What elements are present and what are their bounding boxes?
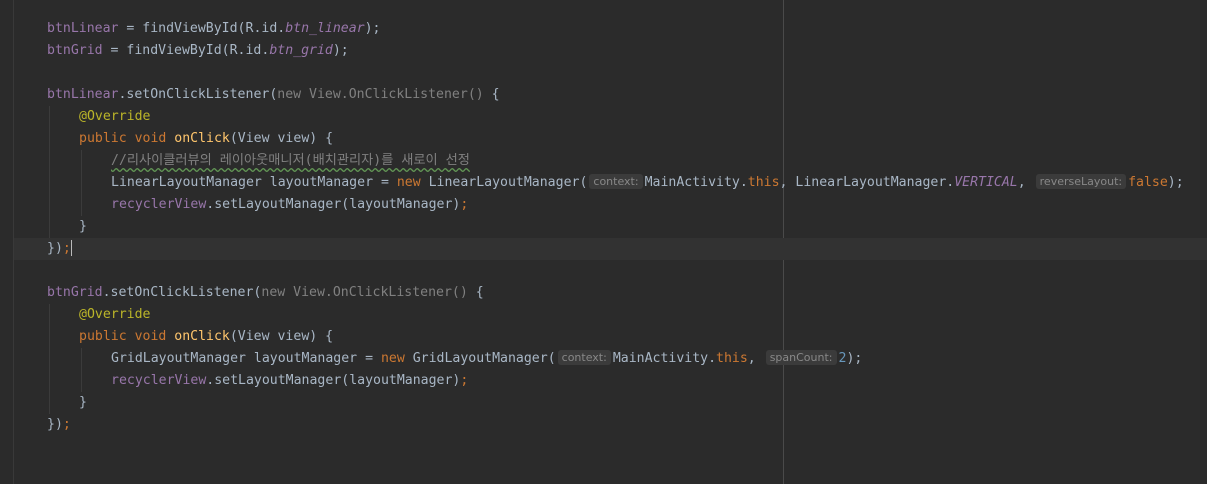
indent-guide xyxy=(49,106,50,238)
parameter-hint: context: xyxy=(589,174,643,189)
code-token: new View.OnClickListener() xyxy=(277,87,484,102)
code-token: .setOnClickListener( xyxy=(102,285,262,300)
parameter-hint: context: xyxy=(557,350,611,365)
text-caret xyxy=(70,240,72,256)
code-token: ); xyxy=(1167,175,1184,190)
code-token: ); xyxy=(364,21,381,36)
indent-guide xyxy=(81,348,82,392)
code-line[interactable]: GridLayoutManager layoutManager = new Gr… xyxy=(111,348,862,370)
code-line[interactable]: btnLinear = findViewById(R.id.btn_linear… xyxy=(47,18,381,40)
code-line[interactable]: }); xyxy=(47,238,72,260)
code-token: }) xyxy=(47,241,63,256)
code-token: (View view) { xyxy=(229,131,334,146)
code-token: LinearLayoutManager layoutManager = xyxy=(111,175,397,190)
code-line[interactable]: public void onClick(View view) { xyxy=(79,128,333,150)
current-line-highlight xyxy=(14,238,1207,260)
code-line[interactable]: public void onClick(View view) { xyxy=(79,326,333,348)
code-token: recyclerView xyxy=(111,197,207,212)
code-token: GridLayoutManager( xyxy=(412,351,556,366)
code-token: ); xyxy=(846,351,863,366)
code-line[interactable]: btnLinear.setOnClickListener(new View.On… xyxy=(47,84,500,106)
code-token: , xyxy=(747,351,764,366)
code-token: onClick xyxy=(174,131,230,146)
code-line[interactable]: @Override xyxy=(79,304,150,326)
code-token: btn_grid xyxy=(269,43,333,58)
code-token: } xyxy=(79,219,87,234)
code-token: public void xyxy=(79,329,175,344)
code-token: .setOnClickListener( xyxy=(118,87,278,102)
code-token: ); xyxy=(332,43,349,58)
code-token: recyclerView xyxy=(111,373,207,388)
parameter-hint: reverseLayout: xyxy=(1035,174,1127,189)
code-line[interactable]: }); xyxy=(47,414,71,436)
code-line[interactable]: btnGrid = findViewById(R.id.btn_grid); xyxy=(47,40,349,62)
code-token: this xyxy=(747,175,780,190)
code-token: LinearLayoutManager( xyxy=(428,175,588,190)
code-token: , xyxy=(1017,175,1034,190)
code-token: @Override xyxy=(79,109,151,124)
code-token: (View view) { xyxy=(229,329,334,344)
code-token: .setLayoutManager(layoutManager) xyxy=(206,197,461,212)
code-token: btnGrid xyxy=(47,43,103,58)
code-line[interactable]: @Override xyxy=(79,106,150,128)
code-token: { xyxy=(467,285,484,300)
code-token: VERTICAL xyxy=(954,175,1018,190)
code-token: false xyxy=(1128,175,1168,190)
code-token: this xyxy=(716,351,748,366)
code-line[interactable]: btnGrid.setOnClickListener(new View.OnCl… xyxy=(47,282,484,304)
code-token: new xyxy=(380,351,413,366)
code-line[interactable]: recyclerView.setLayoutManager(layoutMana… xyxy=(111,370,468,392)
code-token: } xyxy=(79,395,87,410)
indent-guide xyxy=(81,150,82,216)
parameter-hint: spanCount: xyxy=(765,350,837,365)
code-token: MainActivity. xyxy=(612,351,717,366)
code-token: btn_linear xyxy=(285,21,365,36)
code-token: GridLayoutManager layoutManager = xyxy=(111,351,381,366)
code-token: { xyxy=(483,87,500,102)
code-token: btnLinear xyxy=(47,87,119,102)
code-token: ; xyxy=(62,241,71,256)
code-token: MainActivity. xyxy=(644,175,748,190)
code-token: = findViewById(R.id. xyxy=(118,21,286,36)
code-line[interactable]: recyclerView.setLayoutManager(layoutMana… xyxy=(111,194,468,216)
code-token: new xyxy=(396,175,429,190)
code-token: btnLinear xyxy=(47,21,119,36)
code-line[interactable]: LinearLayoutManager layoutManager = new … xyxy=(111,172,1184,194)
code-token: public void xyxy=(79,131,175,146)
code-token: @Override xyxy=(79,307,151,322)
code-token: .setLayoutManager(layoutManager) xyxy=(206,373,461,388)
code-token: btnGrid xyxy=(47,285,103,300)
code-token: , LinearLayoutManager. xyxy=(779,175,955,190)
code-token: ; xyxy=(460,373,469,388)
code-token: }) xyxy=(47,417,63,432)
code-token: onClick xyxy=(174,329,230,344)
code-token: ; xyxy=(460,197,469,212)
code-token: new View.OnClickListener() xyxy=(261,285,468,300)
indent-guide xyxy=(49,304,50,414)
code-line[interactable]: //리사이클러뷰의 레이아웃매니저(배치관리자)를 새로이 선정 xyxy=(111,150,470,172)
code-line[interactable]: } xyxy=(79,216,87,238)
code-comment: //리사이클러뷰의 레이아웃매니저(배치관리자)를 새로이 선정 xyxy=(111,153,470,168)
code-token: = findViewById(R.id. xyxy=(102,43,270,58)
code-token: ; xyxy=(62,417,71,432)
code-line[interactable]: } xyxy=(79,392,87,414)
